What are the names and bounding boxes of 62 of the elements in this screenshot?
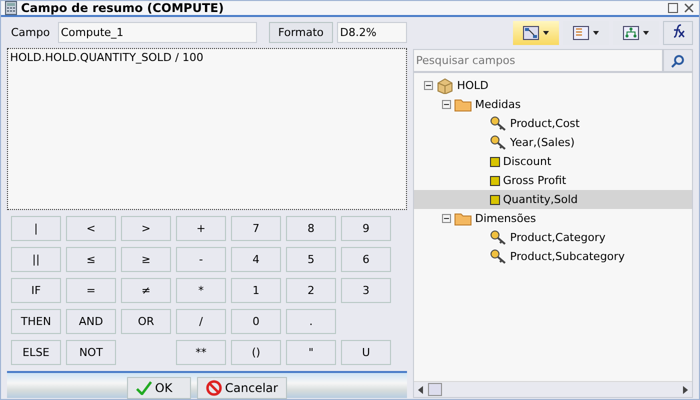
keypad-key[interactable]: > xyxy=(121,216,171,241)
keypad-key[interactable]: 0 xyxy=(231,309,281,334)
keypad-key[interactable]: ELSE xyxy=(11,340,61,365)
keypad-key[interactable]: 2 xyxy=(286,278,336,303)
tree-row[interactable]: Medidas xyxy=(414,95,692,114)
keypad-key[interactable]: | xyxy=(11,216,61,241)
format-input[interactable]: D8.2% xyxy=(337,22,407,42)
tree-row[interactable]: Year,(Sales) xyxy=(414,133,692,152)
tree-label: Medidas xyxy=(475,98,521,111)
tree-row[interactable]: HOLD xyxy=(414,76,692,95)
keypad-key[interactable]: ** xyxy=(176,340,226,365)
tree-label: Gross Profit xyxy=(503,174,566,187)
tree-row[interactable]: Gross Profit xyxy=(414,171,692,190)
field-label: Campo xyxy=(10,26,51,38)
keypad-key[interactable]: / xyxy=(176,309,226,334)
keypad-key[interactable]: - xyxy=(176,247,226,272)
tree-row[interactable]: Discount xyxy=(414,152,692,171)
keypad-key[interactable]: 7 xyxy=(231,216,281,241)
keypad-key[interactable]: || xyxy=(11,247,61,272)
search-field[interactable]: Pesquisar campos xyxy=(413,49,663,72)
keypad-key[interactable]: 1 xyxy=(231,278,281,303)
tree-row[interactable]: Product,Category xyxy=(414,228,692,247)
tree-label: Product,Cost xyxy=(510,117,580,130)
tree-label: Product,Subcategory xyxy=(510,250,625,263)
keypad-key[interactable]: " xyxy=(286,340,336,365)
keypad-key[interactable]: 8 xyxy=(286,216,336,241)
tree-row[interactable]: Dimensões xyxy=(414,209,692,228)
tree-label: Discount xyxy=(503,155,552,168)
keypad-key[interactable]: 5 xyxy=(286,247,336,272)
keypad-key[interactable]: 3 xyxy=(341,278,391,303)
format-button[interactable]: Formato xyxy=(268,22,333,42)
ok-button[interactable]: OK xyxy=(127,377,192,399)
keypad-key[interactable]: NOT xyxy=(66,340,116,365)
keypad-key[interactable]: < xyxy=(66,216,116,241)
field-input[interactable]: Compute_1 xyxy=(58,22,257,42)
keypad-key[interactable]: IF xyxy=(11,278,61,303)
tree-label: Year,(Sales) xyxy=(510,136,575,149)
tree-row[interactable]: Product,Subcategory xyxy=(414,247,692,266)
keypad-key[interactable]: = xyxy=(66,278,116,303)
tree-label: Quantity,Sold xyxy=(503,193,578,206)
tree-row[interactable]: Quantity,Sold xyxy=(414,190,692,209)
keypad-key[interactable]: U xyxy=(341,340,391,365)
keypad-key[interactable]: THEN xyxy=(11,309,61,334)
keypad-key[interactable]: ≠ xyxy=(121,278,171,303)
cancel-button[interactable]: Cancelar xyxy=(197,377,287,399)
window-title: Campo de resumo (COMPUTE) xyxy=(21,1,225,15)
keypad-key[interactable]: 6 xyxy=(341,247,391,272)
expression-editor[interactable]: HOLD.HOLD.QUANTITY_SOLD / 100 xyxy=(7,48,407,210)
keypad-key[interactable]: AND xyxy=(66,309,116,334)
keypad-key[interactable]: () xyxy=(231,340,281,365)
keypad-key[interactable]: OR xyxy=(121,309,171,334)
keypad-key[interactable]: 4 xyxy=(231,247,281,272)
keypad-key[interactable]: 9 xyxy=(341,216,391,241)
keypad-key[interactable]: . xyxy=(286,309,336,334)
keypad-key[interactable]: ≤ xyxy=(66,247,116,272)
tree-label: HOLD xyxy=(457,79,489,92)
keypad-key[interactable]: + xyxy=(176,216,226,241)
tree-label: Dimensões xyxy=(475,212,536,225)
tree-row[interactable]: Product,Cost xyxy=(414,114,692,133)
keypad-key[interactable]: * xyxy=(176,278,226,303)
tree-label: Product,Category xyxy=(510,231,606,244)
keypad-key[interactable]: ≥ xyxy=(121,247,171,272)
